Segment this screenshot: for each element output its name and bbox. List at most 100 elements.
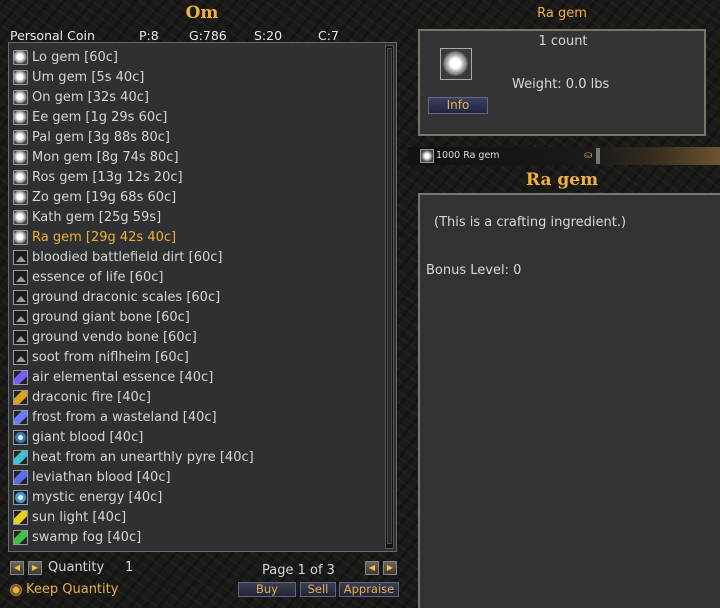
vendor-item-label: ground draconic scales [60c] [32,289,221,305]
item-window-title: Ra gem [537,6,587,21]
vial-icon [13,449,28,465]
vendor-item-label: ground giant bone [60c] [32,309,190,325]
gem-icon [13,109,28,125]
personal-coin-bar: Personal Coin P:8 G:786 S:20 C:7 [10,28,400,43]
vendor-item-row[interactable]: Ee gem [1g 29s 60c] [13,107,383,127]
stack-bar-handle[interactable] [596,148,600,164]
vendor-item-row[interactable]: swamp fog [40c] [13,527,383,547]
vendor-item-row[interactable]: mystic energy [40c] [13,487,383,507]
scrollbar-thumb[interactable] [387,48,392,544]
vendor-item-list: Lo gem [60c] Um gem [5s 40c] On gem [32s 4… [13,47,383,547]
item-count: 1 count [538,34,588,49]
keep-quantity-label[interactable]: Keep Quantity [26,582,118,597]
orb-icon [13,489,28,505]
vendor-item-label: Ra gem [29g 42s 40c] [32,229,177,245]
silver-amount: S:20 [254,28,283,43]
coin-bag-icon: ⛀ [584,150,593,161]
keep-quantity-checkbox[interactable] [10,584,22,596]
dust-pile-icon [13,289,28,305]
stack-label: 1000 Ra gem [436,150,500,161]
vendor-item-label: Um gem [5s 40c] [32,69,145,85]
vendor-item-row[interactable]: ground draconic scales [60c] [13,287,383,307]
arrow-left-icon: ◀ [13,563,21,572]
gem-icon [420,149,434,163]
bonus-level: Bonus Level: 0 [426,263,522,278]
dust-pile-icon [13,329,28,345]
vendor-item-label: bloodied battlefield dirt [60c] [32,249,223,265]
vendor-item-row[interactable]: Pal gem [3g 88s 80c] [13,127,383,147]
vendor-item-row[interactable]: ground giant bone [60c] [13,307,383,327]
vendor-item-row[interactable]: air elemental essence [40c] [13,367,383,387]
vendor-item-row[interactable]: giant blood [40c] [13,427,383,447]
vendor-item-row[interactable]: bloodied battlefield dirt [60c] [13,247,383,267]
gold-amount: G:786 [189,28,227,43]
gem-icon[interactable] [440,48,472,80]
page-next-button[interactable]: ▶ [383,561,397,575]
vendor-item-label: frost from a wasteland [40c] [32,409,217,425]
vendor-item-label: draconic fire [40c] [32,389,152,405]
arrow-left-icon: ◀ [368,563,376,572]
vendor-item-row[interactable]: Lo gem [60c] [13,47,383,67]
vendor-item-row[interactable]: Kath gem [25g 59s] [13,207,383,227]
orb-icon [13,429,28,445]
vendor-item-label: Ee gem [1g 29s 60c] [32,109,168,125]
vendor-item-row[interactable]: soot from niflheim [60c] [13,347,383,367]
vendor-item-row[interactable]: frost from a wasteland [40c] [13,407,383,427]
vendor-item-row[interactable]: heat from an unearthly pyre [40c] [13,447,383,467]
dust-pile-icon [13,349,28,365]
appraise-button[interactable]: Appraise [339,582,399,597]
arrow-right-icon: ▶ [386,563,394,572]
item-weight: Weight: 0.0 lbs [512,77,610,92]
quantity-label: Quantity [48,560,105,575]
vendor-item-row[interactable]: Ros gem [13g 12s 20c] [13,167,383,187]
vendor-item-label: swamp fog [40c] [32,529,142,545]
coin-label: Personal Coin [10,28,95,43]
vendor-item-label: sun light [40c] [32,509,127,525]
vendor-item-row[interactable]: ground vendo bone [60c] [13,327,383,347]
vendor-item-row[interactable]: Um gem [5s 40c] [13,67,383,87]
vendor-item-label: Pal gem [3g 88s 80c] [32,129,170,145]
vendor-title: Om [185,3,219,23]
vial-icon [13,529,28,545]
dust-pile-icon [13,309,28,325]
vendor-item-row[interactable]: essence of life [60c] [13,267,383,287]
vendor-item-row[interactable]: On gem [32s 40c] [13,87,383,107]
vial-icon [13,509,28,525]
vendor-item-label: soot from niflheim [60c] [32,349,189,365]
arrow-right-icon: ▶ [31,563,39,572]
page-prev-button[interactable]: ◀ [365,561,379,575]
gem-icon [13,89,28,105]
quantity-value[interactable]: 1 [125,560,133,575]
gem-icon [13,209,28,225]
vendor-item-row[interactable]: Mon gem [8g 74s 80c] [13,147,383,167]
quantity-increase-button[interactable]: ▶ [28,561,42,575]
vendor-item-label: Kath gem [25g 59s] [32,209,162,225]
vendor-item-row[interactable]: draconic fire [40c] [13,387,383,407]
gem-icon [13,49,28,65]
vendor-item-label: leviathan blood [40c] [32,469,171,485]
vendor-item-label: air elemental essence [40c] [32,369,214,385]
vendor-item-row[interactable]: Zo gem [19g 68s 60c] [13,187,383,207]
item-info-panel: 1 count Weight: 0.0 lbs Info [418,29,706,136]
vendor-item-label: essence of life [60c] [32,269,164,285]
sell-button[interactable]: Sell [300,582,336,597]
vendor-item-row[interactable]: Ra gem [29g 42s 40c] [13,227,383,247]
vial-icon [13,389,28,405]
buy-button[interactable]: Buy [238,582,296,597]
list-scrollbar[interactable] [385,45,394,549]
item-section-title: Ra gem [525,170,599,190]
vendor-item-row[interactable]: leviathan blood [40c] [13,467,383,487]
vendor-item-label: heat from an unearthly pyre [40c] [32,449,254,465]
vendor-item-label: mystic energy [40c] [32,489,163,505]
vendor-item-row[interactable]: sun light [40c] [13,507,383,527]
item-stack-bar: 1000 Ra gem ⛀ [408,147,720,165]
quantity-decrease-button[interactable]: ◀ [10,561,24,575]
vendor-item-label: On gem [32s 40c] [32,89,149,105]
vial-icon [13,469,28,485]
copper-amount: C:7 [318,28,339,43]
vendor-item-list-panel: Lo gem [60c] Um gem [5s 40c] On gem [32s 4… [8,42,397,552]
dust-pile-icon [13,269,28,285]
platinum-amount: P:8 [139,28,159,43]
gem-icon [13,149,28,165]
info-button[interactable]: Info [428,97,488,114]
